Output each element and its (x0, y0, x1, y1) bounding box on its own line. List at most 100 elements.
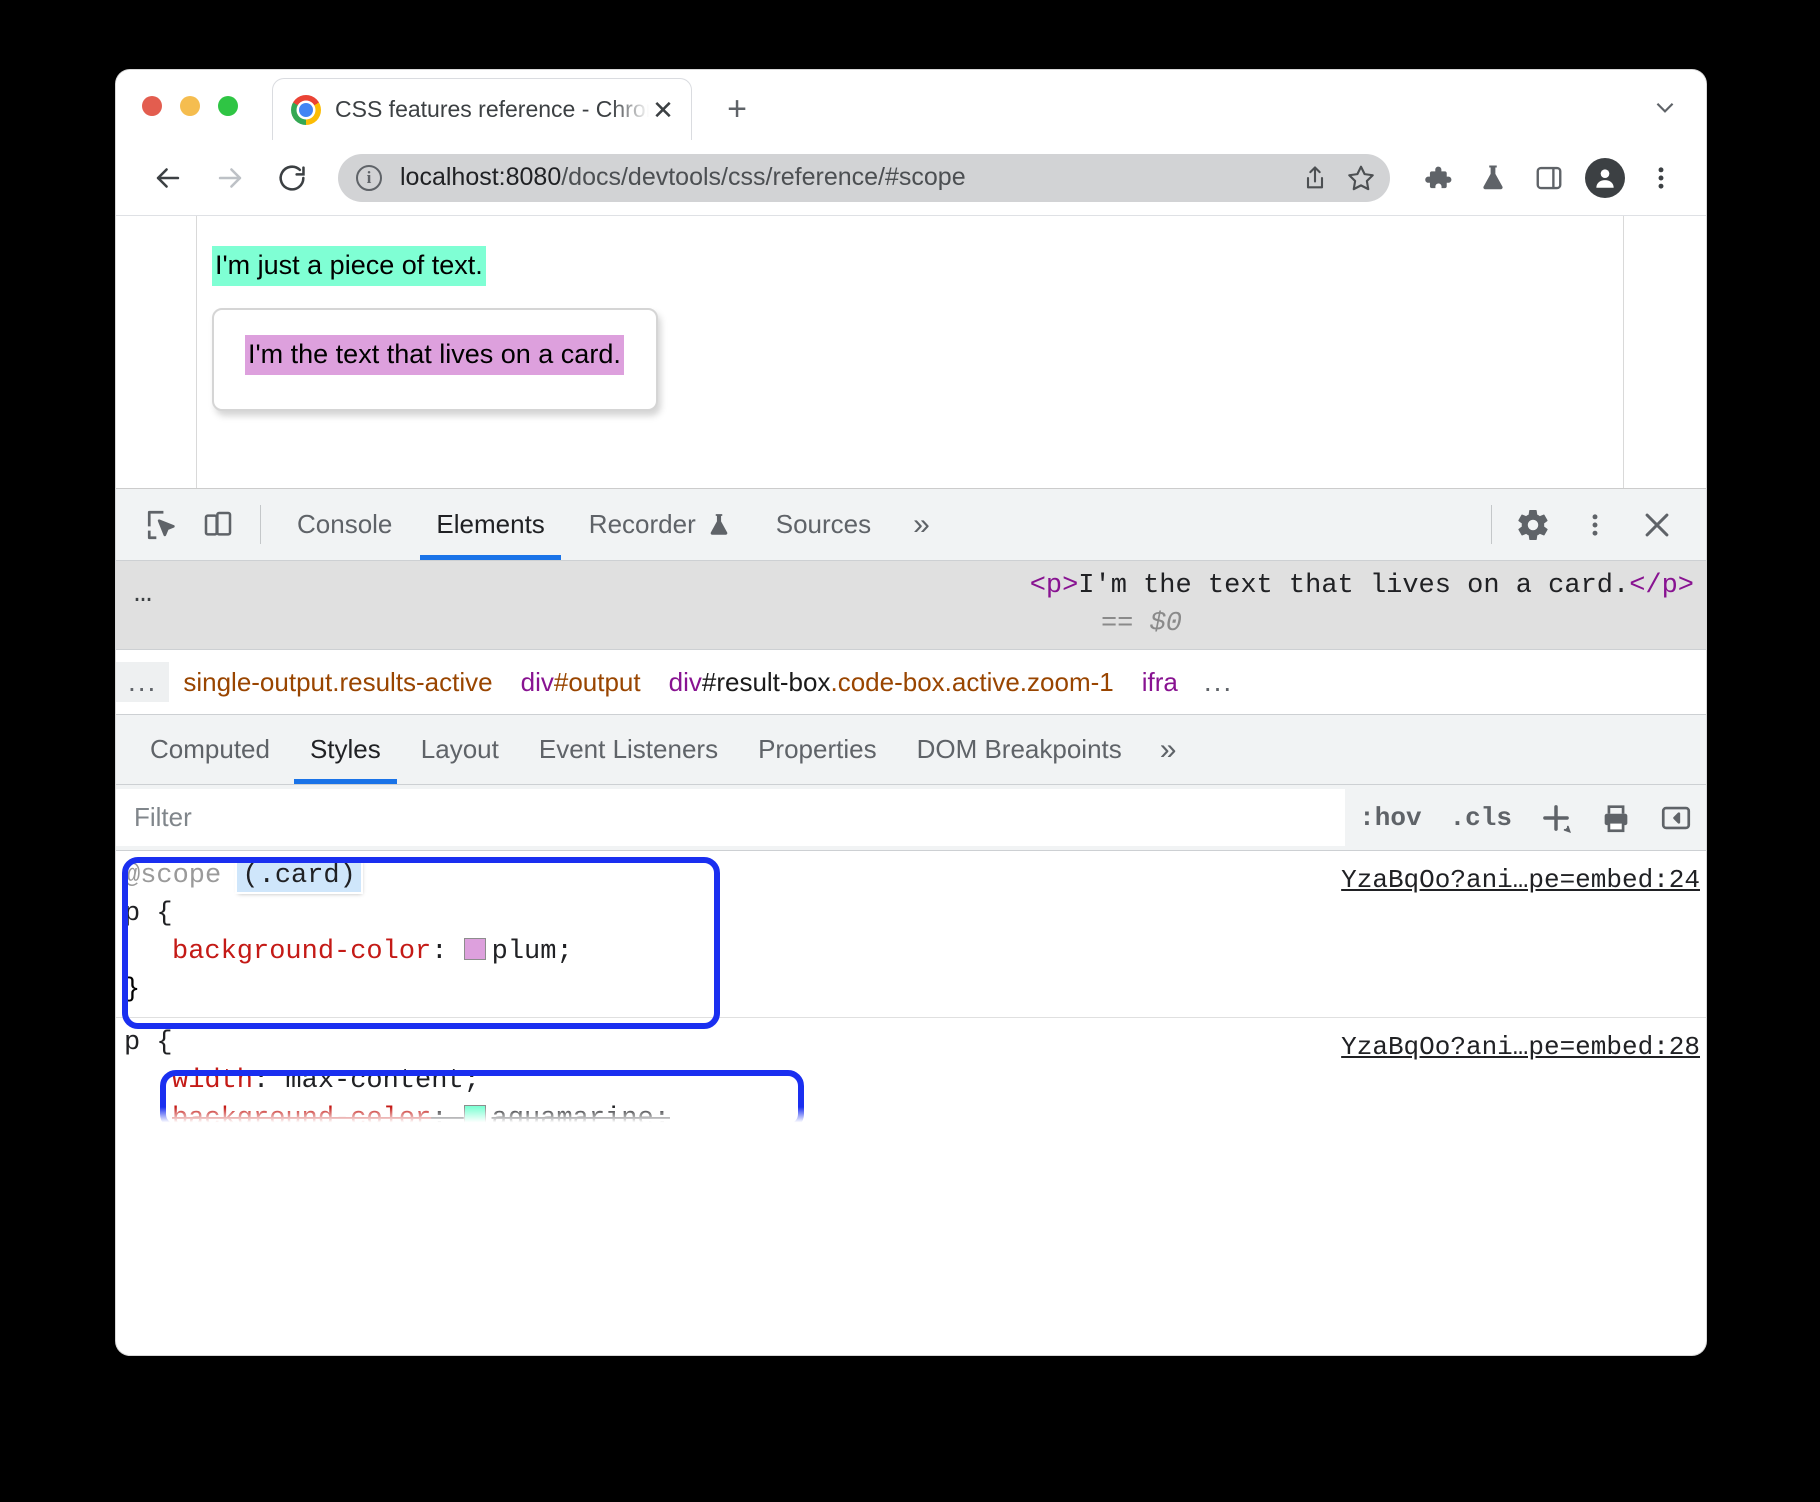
flask-icon (706, 512, 732, 538)
kebab-menu-icon[interactable] (1636, 153, 1686, 203)
declaration-value[interactable]: max-content (285, 1066, 463, 1096)
styles-bottom-fade (116, 1107, 1706, 1129)
devtools-toolbar: Console Elements Recorder Sources » (116, 489, 1706, 561)
cls-toggle-button[interactable]: .cls (1436, 785, 1526, 850)
devtools-tab-elements[interactable]: Elements (414, 489, 566, 560)
breadcrumb-item-result-box[interactable]: div#result-box.code-box.active.zoom-1 (655, 667, 1128, 698)
forward-arrow-icon[interactable] (206, 154, 254, 202)
pane-tab-label: DOM Breakpoints (917, 734, 1122, 765)
styles-pane-tabs: Computed Styles Layout Event Listeners P… (116, 715, 1706, 785)
devtools-tab-recorder[interactable]: Recorder (567, 489, 754, 560)
filter-input[interactable] (116, 789, 1345, 846)
declaration-property[interactable]: width (172, 1066, 253, 1096)
dom-equals: == (1101, 609, 1133, 639)
devtools-tab-label: Recorder (589, 509, 696, 540)
site-info-icon[interactable]: i (356, 165, 382, 191)
declaration-line[interactable]: width: max-content; (116, 1062, 1706, 1100)
more-tabs-chevron-icon[interactable]: » (893, 489, 950, 560)
device-toolbar-icon[interactable] (190, 489, 246, 560)
address-input[interactable]: i localhost:8080/docs/devtools/css/refer… (338, 154, 1390, 202)
devtools-tab-sources[interactable]: Sources (754, 489, 893, 560)
selector-line[interactable]: p { (116, 895, 1706, 933)
browser-window: CSS features reference - Chrome Develope… (116, 70, 1706, 1355)
pane-tab-label: Properties (758, 734, 877, 765)
breadcrumb-classes: single-output.results-active (183, 667, 492, 697)
style-rule-source-link[interactable]: YzaBqOo?ani…pe=embed:24 (1341, 861, 1700, 899)
browser-tab-strip: CSS features reference - Chrome Develope… (116, 70, 1706, 140)
devtools-tab-label: Console (297, 509, 392, 540)
pane-tab-computed[interactable]: Computed (130, 715, 290, 784)
new-style-rule-button[interactable] (1526, 785, 1586, 850)
declaration-value[interactable]: plum (492, 937, 557, 967)
dom-close-tag: </p> (1629, 571, 1694, 601)
dom-breadcrumb: ... single-output.results-active div#out… (116, 649, 1706, 715)
selector-text: p { (124, 899, 173, 929)
rule-close-brace: } (116, 971, 1706, 1009)
breadcrumb-id: #output (554, 667, 641, 697)
breadcrumb-item-iframe[interactable]: ifra (1128, 667, 1192, 698)
dom-ellipsis[interactable]: … (134, 577, 154, 611)
extensions-puzzle-icon[interactable] (1412, 153, 1462, 203)
styles-filter-row: :hov .cls (116, 785, 1706, 851)
more-options-kebab-icon[interactable] (1564, 489, 1626, 560)
breadcrumb-overflow-right[interactable]: ... (1192, 662, 1245, 702)
browser-tab-title: CSS features reference - Chrome Develope… (335, 96, 649, 123)
pane-tab-layout[interactable]: Layout (401, 715, 519, 784)
dom-open-tag: <p> (1030, 571, 1079, 601)
profile-avatar[interactable] (1580, 153, 1630, 203)
dom-tree-strip: … <p>I'm the text that lives on a card.<… (116, 561, 1706, 649)
declaration-property[interactable]: background-color (172, 937, 431, 967)
page-left-divider (196, 216, 197, 488)
breadcrumb-tag: div (669, 667, 702, 697)
print-media-icon[interactable] (1586, 785, 1646, 850)
pane-tab-properties[interactable]: Properties (738, 715, 897, 784)
side-panel-icon[interactable] (1524, 153, 1574, 203)
color-swatch-icon[interactable] (464, 938, 486, 960)
close-icon[interactable]: ✕ (649, 96, 677, 124)
declaration-line[interactable]: background-color: plum; (116, 933, 1706, 971)
pane-tab-styles[interactable]: Styles (290, 715, 401, 784)
gear-icon[interactable] (1502, 489, 1564, 560)
dom-node-line[interactable]: <p>I'm the text that lives on a card.</p… (1030, 571, 1694, 601)
pane-tab-label: Event Listeners (539, 734, 718, 765)
inspect-element-icon[interactable] (134, 489, 190, 560)
window-minimize-button[interactable] (180, 96, 200, 116)
breadcrumb-item-single-output[interactable]: single-output.results-active (169, 667, 506, 698)
at-rule-argument[interactable]: (.card) (237, 860, 360, 892)
breadcrumb-tag: ifra (1142, 667, 1178, 697)
window-zoom-button[interactable] (218, 96, 238, 116)
window-close-button[interactable] (142, 96, 162, 116)
pane-more-chevron-icon[interactable]: » (1142, 715, 1195, 784)
hov-toggle-button[interactable]: :hov (1345, 785, 1435, 850)
pane-tab-event-listeners[interactable]: Event Listeners (519, 715, 738, 784)
dom-node-text: I'm the text that lives on a card. (1078, 571, 1629, 601)
pane-tab-dom-breakpoints[interactable]: DOM Breakpoints (897, 715, 1142, 784)
browser-tab[interactable]: CSS features reference - Chrome Develope… (272, 78, 692, 140)
devtools-tab-label: Sources (776, 509, 871, 540)
card-paragraph: I'm the text that lives on a card. (245, 335, 624, 375)
devtools-panel: Console Elements Recorder Sources » (116, 488, 1706, 1129)
back-arrow-icon[interactable] (144, 154, 192, 202)
styles-rules-list: YzaBqOo?ani…pe=embed:24 @scope (.card) p… (116, 851, 1706, 1129)
close-devtools-icon[interactable] (1626, 489, 1688, 560)
bookmark-star-icon[interactable] (1338, 155, 1384, 201)
style-rule-scope[interactable]: YzaBqOo?ani…pe=embed:24 @scope (.card) p… (116, 851, 1706, 1018)
breadcrumb-overflow-left[interactable]: ... (116, 662, 169, 702)
labs-flask-icon[interactable] (1468, 153, 1518, 203)
toggle-sidebar-icon[interactable] (1646, 785, 1706, 850)
chevron-down-icon[interactable] (1652, 94, 1678, 120)
window-traffic-lights (142, 96, 238, 116)
new-tab-button[interactable]: + (716, 88, 758, 130)
style-rule-source-link[interactable]: YzaBqOo?ani…pe=embed:28 (1341, 1028, 1700, 1066)
share-icon[interactable] (1292, 155, 1338, 201)
devtools-tab-console[interactable]: Console (275, 489, 414, 560)
chrome-favicon (291, 95, 321, 125)
toolbar-divider (260, 505, 261, 544)
browser-address-bar: i localhost:8080/docs/devtools/css/refer… (116, 140, 1706, 216)
page-right-divider (1623, 216, 1624, 488)
card-element: I'm the text that lives on a card. (212, 308, 658, 411)
dom-console-ref: $0 (1150, 609, 1182, 639)
reload-icon[interactable] (268, 154, 316, 202)
breadcrumb-item-output[interactable]: div#output (507, 667, 655, 698)
breadcrumb-tag: div (521, 667, 554, 697)
